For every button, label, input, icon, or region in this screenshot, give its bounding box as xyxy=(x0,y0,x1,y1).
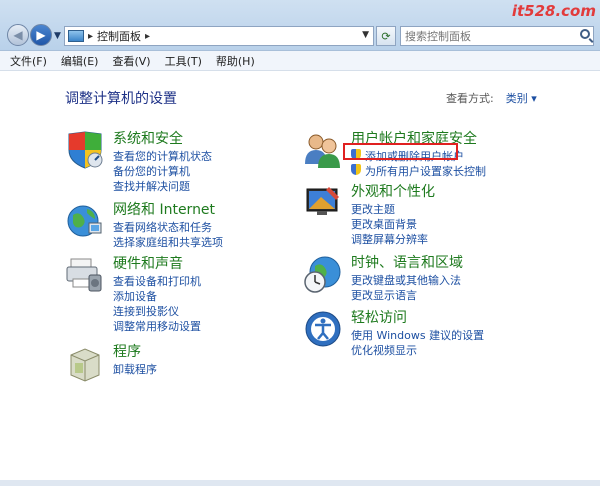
category-title[interactable]: 系统和安全 xyxy=(113,128,183,148)
breadcrumb-control-panel[interactable]: 控制面板 xyxy=(97,28,141,44)
menu-tools[interactable]: 工具(T) xyxy=(165,53,202,69)
uac-shield-icon xyxy=(351,164,361,175)
back-button[interactable]: ◀ xyxy=(7,24,29,46)
clock-globe-icon[interactable] xyxy=(303,254,343,294)
category-title[interactable]: 外观和个性化 xyxy=(351,181,435,201)
view-by-label: 查看方式: xyxy=(446,92,494,105)
link-connect-projector[interactable]: 连接到投影仪 xyxy=(113,303,179,319)
control-panel-window: ◀ ▶ ▼ ▸ 控制面板 ▸ ▼ ⟳ it528.com 文件(F) 编辑(E)… xyxy=(0,0,600,486)
chevron-right-icon[interactable]: ▸ xyxy=(145,31,150,42)
network-globe-icon[interactable] xyxy=(65,201,105,241)
link-change-input-method[interactable]: 更改键盘或其他输入法 xyxy=(351,272,461,288)
link-change-theme[interactable]: 更改主题 xyxy=(351,201,395,217)
refresh-icon: ⟳ xyxy=(381,29,391,43)
ease-of-access-icon[interactable] xyxy=(303,309,343,349)
status-bar xyxy=(0,480,600,486)
link-change-background[interactable]: 更改桌面背景 xyxy=(351,216,417,232)
forward-button[interactable]: ▶ xyxy=(30,24,52,46)
programs-box-icon[interactable] xyxy=(65,343,105,383)
category-title[interactable]: 网络和 Internet xyxy=(113,199,215,219)
control-panel-icon xyxy=(68,30,84,42)
chevron-right-icon[interactable]: ▸ xyxy=(88,31,93,42)
link-network-status[interactable]: 查看网络状态和任务 xyxy=(113,219,212,235)
menu-bar: 文件(F) 编辑(E) 查看(V) 工具(T) 帮助(H) xyxy=(0,51,600,71)
address-toolbar: ◀ ▶ ▼ ▸ 控制面板 ▸ ▼ ⟳ it528.com xyxy=(0,0,600,51)
highlight-box xyxy=(343,143,458,160)
category-title[interactable]: 硬件和声音 xyxy=(113,253,183,273)
link-homegroup-sharing[interactable]: 选择家庭组和共享选项 xyxy=(113,234,223,250)
link-view-computer-status[interactable]: 查看您的计算机状态 xyxy=(113,148,212,164)
address-bar[interactable]: ▸ 控制面板 ▸ ▼ xyxy=(64,26,374,46)
printer-icon[interactable] xyxy=(65,255,105,295)
menu-help[interactable]: 帮助(H) xyxy=(216,53,255,69)
menu-view[interactable]: 查看(V) xyxy=(112,53,150,69)
system-security-shield-icon[interactable] xyxy=(65,130,105,170)
users-icon[interactable] xyxy=(303,130,343,170)
search-box[interactable] xyxy=(400,26,594,46)
recent-pages-dropdown[interactable]: ▼ xyxy=(54,31,61,41)
link-troubleshoot[interactable]: 查找并解决问题 xyxy=(113,178,190,194)
view-by-dropdown[interactable]: 类别 ▾ xyxy=(506,92,537,105)
view-by: 查看方式: 类别 ▾ xyxy=(446,90,537,106)
menu-file[interactable]: 文件(F) xyxy=(10,53,47,69)
page-title: 调整计算机的设置 xyxy=(65,91,177,107)
category-title[interactable]: 轻松访问 xyxy=(351,307,407,327)
link-windows-recommended[interactable]: 使用 Windows 建议的设置 xyxy=(351,327,484,343)
link-backup-computer[interactable]: 备份您的计算机 xyxy=(113,163,190,179)
main-content: 调整计算机的设置 查看方式: 类别 ▾ 系统和安全 查看您的计算机状态 备份您的计… xyxy=(0,71,600,486)
monitor-paint-icon[interactable] xyxy=(303,183,343,223)
link-screen-resolution[interactable]: 调整屏幕分辨率 xyxy=(351,231,428,247)
link-change-display-language[interactable]: 更改显示语言 xyxy=(351,287,417,303)
refresh-button[interactable]: ⟳ xyxy=(376,26,396,46)
link-add-device[interactable]: 添加设备 xyxy=(113,288,157,304)
watermark: it528.com xyxy=(511,2,596,20)
menu-edit[interactable]: 编辑(E) xyxy=(61,53,99,69)
link-devices-printers[interactable]: 查看设备和打印机 xyxy=(113,273,201,289)
category-title[interactable]: 程序 xyxy=(113,341,141,361)
address-dropdown-icon[interactable]: ▼ xyxy=(362,30,369,40)
search-icon[interactable] xyxy=(580,29,590,39)
category-title[interactable]: 时钟、语言和区域 xyxy=(351,252,463,272)
link-mobility-settings[interactable]: 调整常用移动设置 xyxy=(113,318,201,334)
search-input[interactable] xyxy=(405,28,575,44)
link-uninstall-program[interactable]: 卸载程序 xyxy=(113,361,157,377)
link-optimize-video[interactable]: 优化视频显示 xyxy=(351,342,417,358)
